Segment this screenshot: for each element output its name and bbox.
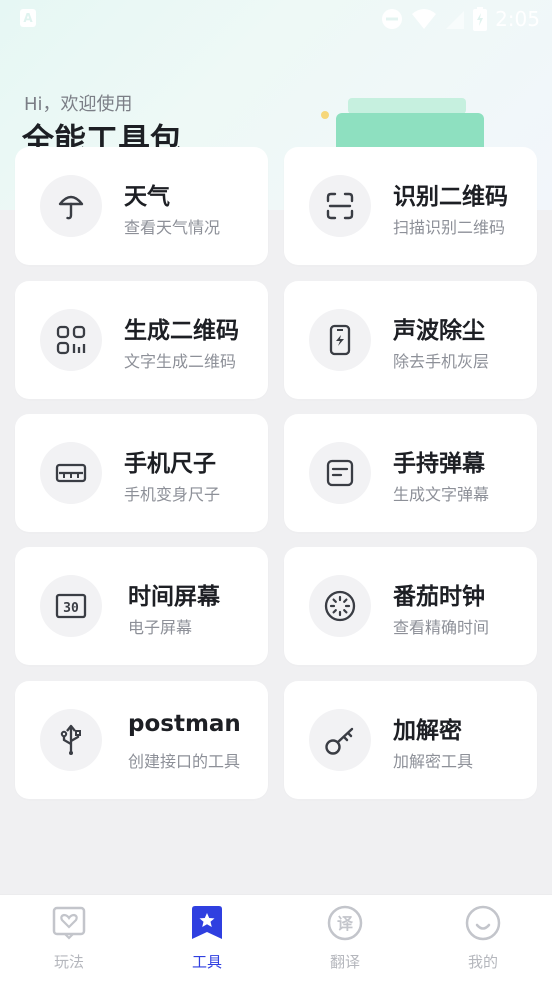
- heart-frame-icon: [52, 906, 86, 940]
- wifi-icon: [412, 9, 437, 29]
- tool-icon-badge: 30: [40, 575, 102, 637]
- nav-label-tools: 工具: [191, 953, 222, 971]
- tool-card-digital-clock[interactable]: 30 时间屏幕电子屏幕: [15, 547, 268, 665]
- tool-icon-badge: [309, 709, 371, 771]
- nav-label-me: 我的: [467, 953, 498, 971]
- timer-icon: [324, 590, 356, 622]
- tool-card-usb[interactable]: postman 创建接口的工具: [15, 681, 268, 799]
- usb-icon: [60, 724, 81, 755]
- tool-desc: 扫描识别二维码: [393, 218, 506, 237]
- star-bookmark-icon: [192, 906, 222, 939]
- greeting-text: Hi，欢迎使用: [24, 94, 133, 115]
- tool-card-phone-charge[interactable]: 声波除尘除去手机灰层: [284, 281, 537, 399]
- tool-desc: 文字生成二维码: [124, 352, 237, 371]
- nav-label-translate: 翻译: [329, 953, 360, 971]
- svg-text:译: 译: [337, 914, 354, 933]
- tool-card-qr-code[interactable]: 生成二维码文字生成二维码: [15, 281, 268, 399]
- battery-icon: [473, 7, 488, 31]
- notification-a-icon: A: [20, 9, 36, 27]
- tool-desc: 创建接口的工具: [128, 752, 241, 771]
- nav-label-play: 玩法: [53, 953, 84, 971]
- tool-icon-badge: [40, 175, 102, 237]
- tool-icon-badge: [40, 709, 102, 771]
- tool-desc: 电子屏幕: [128, 618, 193, 637]
- umbrella-icon: [58, 195, 84, 220]
- tool-icon-badge: [309, 442, 371, 504]
- tool-name: 加解密: [393, 718, 462, 744]
- tool-desc: 除去手机灰层: [393, 352, 490, 371]
- tool-card-scan[interactable]: 识别二维码扫描识别二维码: [284, 147, 537, 265]
- tool-icon-badge: [40, 309, 102, 371]
- tool-name: 手持弹幕: [393, 451, 485, 477]
- toolbox-illustration: [336, 98, 484, 150]
- nav-tab-translate[interactable]: 译 翻译: [305, 905, 385, 972]
- phone-charge-icon: [329, 324, 351, 356]
- ruler-icon: [55, 463, 87, 483]
- bottom-nav: 玩法 工具 译 翻译 我的: [0, 894, 552, 982]
- nav-tab-tools[interactable]: 工具: [167, 905, 247, 972]
- status-bar: A 2:05: [0, 0, 552, 38]
- digital-clock-icon: 30: [55, 593, 87, 619]
- scan-icon: [326, 192, 354, 220]
- tool-name: 生成二维码: [124, 318, 239, 344]
- tool-desc: 生成文字弹幕: [393, 485, 490, 504]
- status-time: 2:05: [495, 7, 540, 31]
- tool-desc: 手机变身尺子: [124, 485, 221, 504]
- tool-name: 番茄时钟: [393, 584, 485, 610]
- tool-icon-badge: [309, 175, 371, 237]
- smile-icon: [465, 905, 501, 941]
- tool-name: postman: [128, 711, 241, 737]
- svg-text:30: 30: [63, 601, 79, 616]
- tool-icon-badge: [309, 575, 371, 637]
- tool-card-barrage[interactable]: 手持弹幕生成文字弹幕: [284, 414, 537, 532]
- signal-icon: [446, 11, 465, 29]
- tool-card-timer[interactable]: 番茄时钟查看精确时间: [284, 547, 537, 665]
- tool-desc: 加解密工具: [393, 752, 474, 771]
- nav-tab-me[interactable]: 我的: [443, 905, 523, 972]
- key-icon: [325, 727, 354, 755]
- tool-card-umbrella[interactable]: 天气 查看天气情况: [15, 147, 268, 265]
- tool-card-ruler[interactable]: 手机尺子手机变身尺子: [15, 414, 268, 532]
- tool-desc: 查看精确时间: [393, 618, 490, 637]
- tool-name: 识别二维码: [393, 184, 508, 210]
- translate-icon: 译: [327, 905, 363, 941]
- tool-name: 手机尺子: [124, 451, 216, 477]
- tool-name: 声波除尘: [393, 318, 485, 344]
- nav-tab-play[interactable]: 玩法: [29, 905, 109, 972]
- tool-icon-badge: [309, 309, 371, 371]
- tool-card-key[interactable]: 加解密 加解密工具: [284, 681, 537, 799]
- dnd-icon: [382, 9, 403, 29]
- barrage-icon: [326, 459, 354, 487]
- qr-code-icon: [56, 325, 86, 355]
- tool-icon-badge: [40, 442, 102, 504]
- tool-name: 时间屏幕: [128, 584, 220, 610]
- page-title: 全能工具包: [22, 121, 183, 148]
- tool-desc: 查看天气情况: [124, 218, 221, 237]
- tool-name: 天气: [124, 184, 170, 210]
